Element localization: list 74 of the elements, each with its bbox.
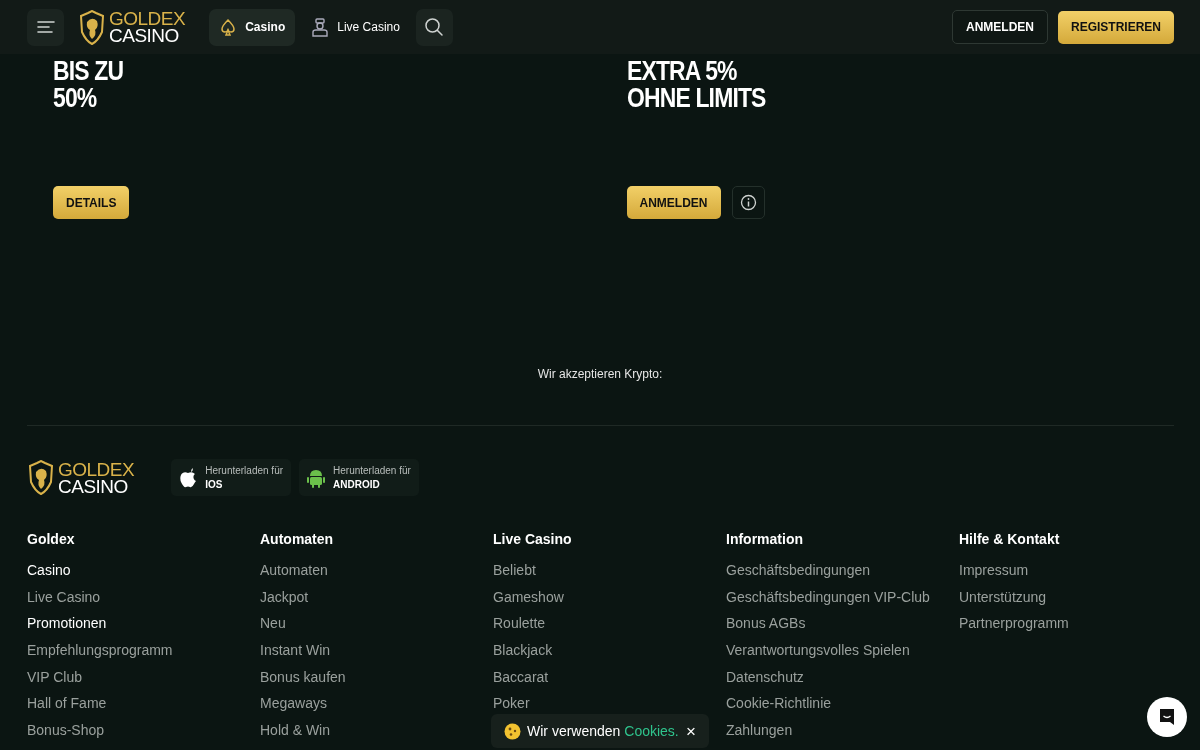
dealer-icon bbox=[311, 17, 330, 37]
footer-link[interactable]: Beliebt bbox=[493, 562, 536, 579]
footer-link[interactable]: Unterstützung bbox=[959, 588, 1047, 606]
search-icon bbox=[424, 17, 445, 37]
footer-link[interactable]: Bonus AGBs bbox=[726, 615, 806, 633]
app-download-button[interactable]: Herunterladen für ANDROID bbox=[299, 459, 419, 496]
footer-logo[interactable]: GOLDEX CASINO bbox=[27, 460, 135, 495]
footer-link[interactable]: Geschäftsbedingungen VIP-Club bbox=[726, 588, 930, 606]
menu-button[interactable] bbox=[27, 8, 64, 46]
footer-link[interactable]: Partnerprogramm bbox=[959, 615, 1069, 633]
footer-link[interactable]: Roulette bbox=[493, 615, 546, 633]
promo-button[interactable]: DETAILS bbox=[53, 186, 130, 219]
column-heading: Information bbox=[726, 530, 803, 548]
footer-link[interactable]: Neu bbox=[260, 615, 286, 633]
nav-tab[interactable]: Casino bbox=[209, 8, 296, 46]
footer-link[interactable]: Empfehlungsprogramm bbox=[27, 642, 173, 660]
footer-link[interactable]: Geschäftsbedingungen bbox=[726, 562, 870, 579]
chat-button[interactable] bbox=[1147, 697, 1187, 737]
download-caption: Herunterladen für bbox=[333, 463, 411, 478]
menu-icon bbox=[36, 20, 55, 34]
logo-text: GOLDEX bbox=[58, 460, 135, 478]
footer-link[interactable]: Bonus-Shop bbox=[27, 722, 105, 740]
footer-link[interactable]: Cookie-Richtlinie bbox=[726, 695, 832, 713]
spade-icon bbox=[219, 17, 238, 37]
footer-link[interactable]: Jackpot bbox=[260, 588, 309, 606]
footer-link[interactable]: Megaways bbox=[260, 695, 327, 713]
register-button[interactable]: REGISTRIEREN bbox=[1058, 10, 1174, 44]
logo-text: CASINO bbox=[109, 27, 180, 44]
android-icon bbox=[307, 467, 326, 488]
footer-link[interactable]: Live Casino bbox=[27, 588, 101, 606]
nav-tab[interactable]: Live Casino bbox=[301, 8, 410, 46]
platform-name: ANDROID bbox=[333, 477, 381, 492]
shield-icon bbox=[78, 9, 106, 45]
apple-icon bbox=[179, 467, 198, 488]
app-download-button[interactable]: Herunterladen für IOS bbox=[171, 459, 292, 496]
cookie-icon bbox=[504, 722, 521, 740]
footer-link[interactable]: Instant Win bbox=[260, 642, 331, 660]
platform-name: IOS bbox=[205, 477, 224, 492]
footer-link[interactable]: Zahlungen bbox=[726, 722, 793, 740]
promo-title: EXTRA 5% OHNE LIMITS bbox=[626, 58, 767, 112]
column-heading: Goldex bbox=[27, 530, 75, 548]
goldex-logo[interactable]: GOLDEX CASINO bbox=[78, 9, 186, 45]
footer-link[interactable]: Datenschutz bbox=[726, 668, 804, 686]
footer-link[interactable]: Impressum bbox=[959, 562, 1029, 579]
info-button[interactable] bbox=[731, 186, 765, 219]
footer-link[interactable]: Hall of Fame bbox=[27, 695, 107, 713]
download-caption: Herunterladen für bbox=[205, 463, 284, 478]
footer-link[interactable]: Baccarat bbox=[493, 668, 549, 686]
close-button[interactable]: × bbox=[686, 722, 696, 740]
crypto-label: Wir akzeptieren Krypto: bbox=[537, 367, 663, 381]
info-icon bbox=[739, 194, 757, 211]
footer-link[interactable]: Poker bbox=[493, 695, 530, 713]
login-button[interactable]: ANMELDEN bbox=[952, 10, 1048, 44]
footer-link[interactable]: Hold & Win bbox=[260, 722, 331, 740]
footer-link[interactable]: Gameshow bbox=[493, 588, 564, 606]
footer-link[interactable]: Promotionen bbox=[27, 615, 107, 633]
column-heading: Automaten bbox=[260, 530, 334, 548]
footer-link[interactable]: Verantwortungsvolles Spielen bbox=[726, 642, 910, 660]
promo-button[interactable]: ANMELDEN bbox=[626, 186, 721, 219]
search-button[interactable] bbox=[415, 8, 453, 46]
column-heading: Live Casino bbox=[493, 530, 572, 548]
cookies-link[interactable]: Cookies. bbox=[624, 723, 679, 739]
footer-link[interactable]: Automaten bbox=[260, 562, 328, 579]
chat-icon bbox=[1158, 707, 1176, 727]
footer-link[interactable]: Blackjack bbox=[493, 642, 553, 660]
footer-link[interactable]: VIP Club bbox=[27, 668, 82, 686]
column-heading: Hilfe & Kontakt bbox=[959, 530, 1060, 548]
cookie-message: Wir verwenden Cookies. bbox=[527, 723, 679, 739]
shield-icon bbox=[27, 460, 55, 495]
logo-text: GOLDEX bbox=[109, 10, 186, 27]
footer-link[interactable]: Bonus kaufen bbox=[260, 668, 346, 686]
footer-link[interactable]: Casino bbox=[27, 562, 71, 579]
promo-title: BIS ZU 50% bbox=[53, 58, 125, 112]
logo-text: CASINO bbox=[58, 477, 128, 495]
